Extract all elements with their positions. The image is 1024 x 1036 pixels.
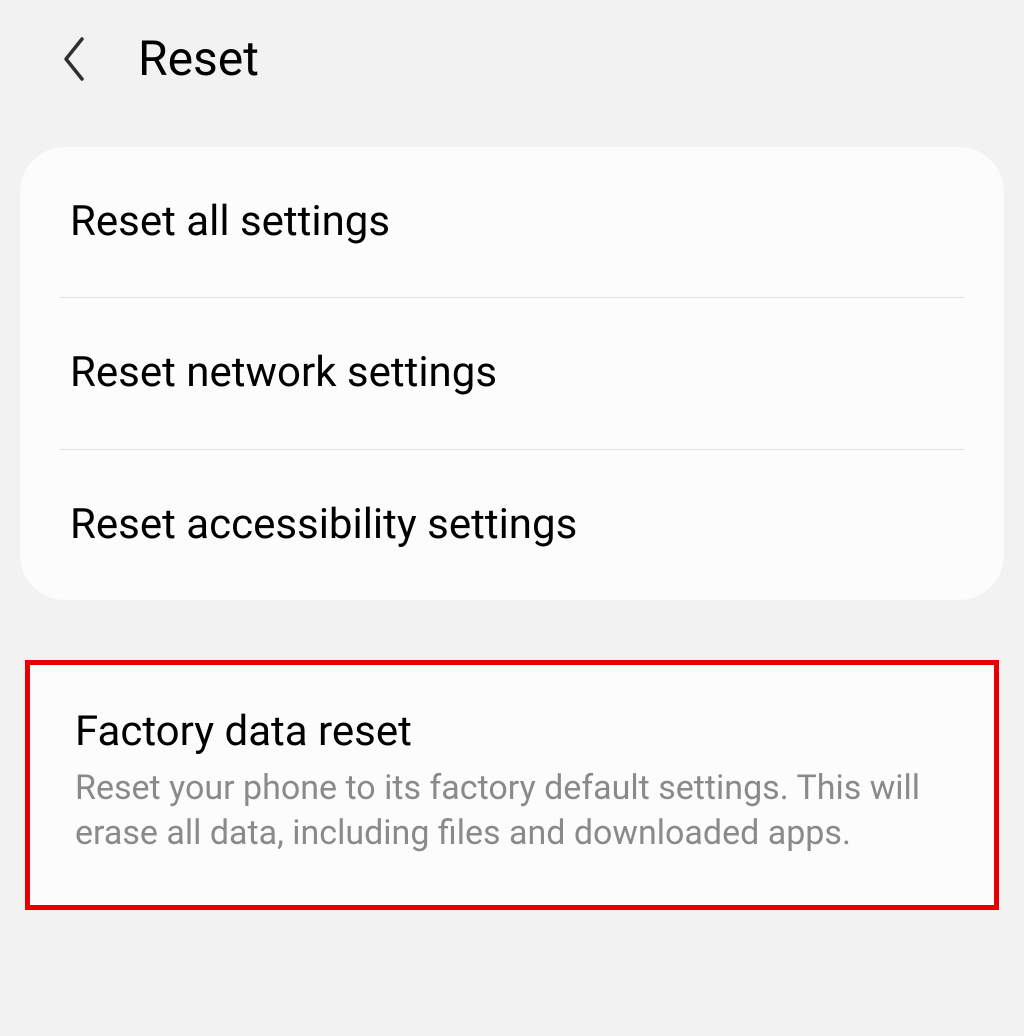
back-button[interactable] <box>60 35 88 83</box>
reset-network-settings-item[interactable]: Reset network settings <box>20 298 1004 448</box>
reset-all-settings-label: Reset all settings <box>70 197 954 247</box>
factory-reset-highlight: Factory data reset Reset your phone to i… <box>25 660 999 910</box>
chevron-left-icon <box>60 35 88 83</box>
reset-accessibility-settings-label: Reset accessibility settings <box>70 500 954 550</box>
reset-accessibility-settings-item[interactable]: Reset accessibility settings <box>20 450 1004 600</box>
reset-network-settings-label: Reset network settings <box>70 348 954 398</box>
factory-data-reset-label: Factory data reset <box>75 707 949 757</box>
reset-options-group: Reset all settings Reset network setting… <box>20 147 1004 600</box>
page-title: Reset <box>138 30 259 87</box>
factory-data-reset-item[interactable]: Factory data reset Reset your phone to i… <box>30 665 994 905</box>
factory-data-reset-description: Reset your phone to its factory default … <box>75 766 949 858</box>
header: Reset <box>0 0 1024 117</box>
reset-all-settings-item[interactable]: Reset all settings <box>20 147 1004 297</box>
